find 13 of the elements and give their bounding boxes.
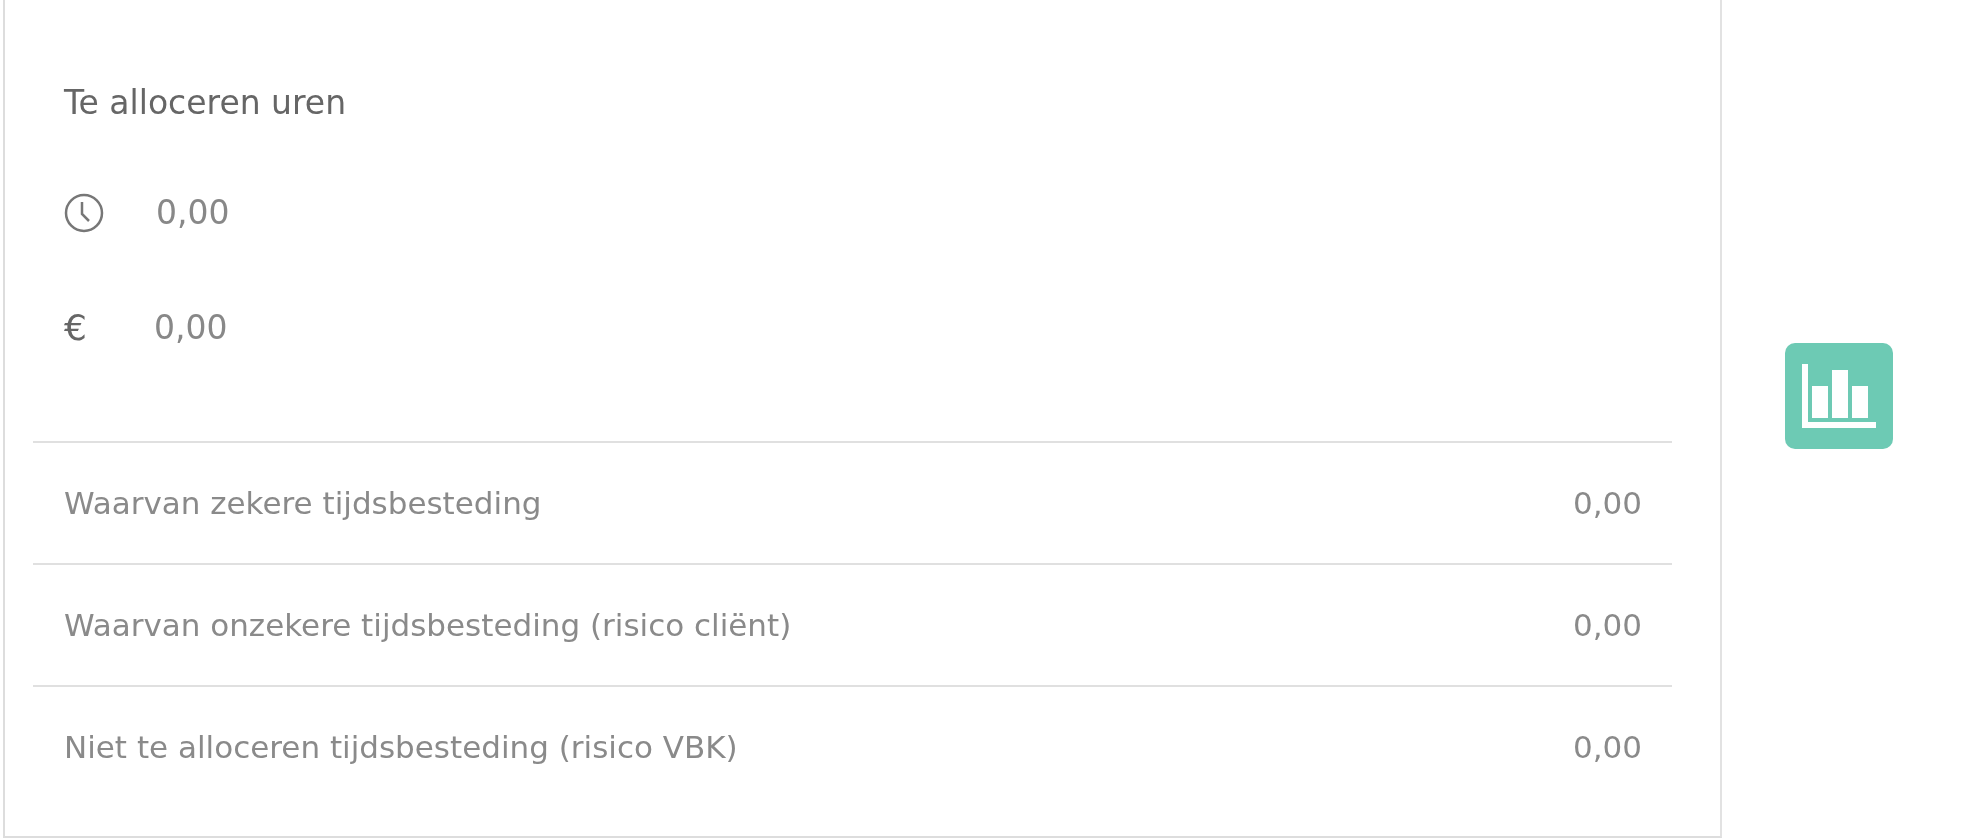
row-value: 0,00 — [1572, 606, 1642, 645]
bar-chart-icon — [1802, 364, 1876, 428]
hours-value: 0,00 — [156, 192, 230, 234]
section-title: Te alloceren uren — [64, 82, 347, 124]
row-label: Waarvan onzekere tijdsbesteding (risico cliënt) — [64, 606, 792, 645]
row-value: 0,00 — [1572, 728, 1642, 767]
euro-sign: € — [64, 306, 88, 350]
row-label: Niet te alloceren tijdsbesteding (risico VBK) — [64, 728, 738, 767]
amount-value: 0,00 — [154, 307, 228, 349]
chart-button[interactable] — [1785, 343, 1893, 449]
row-label: Waarvan zekere tijdsbesteding — [64, 484, 542, 523]
clock-icon — [64, 193, 104, 233]
row-value: 0,00 — [1572, 484, 1642, 523]
